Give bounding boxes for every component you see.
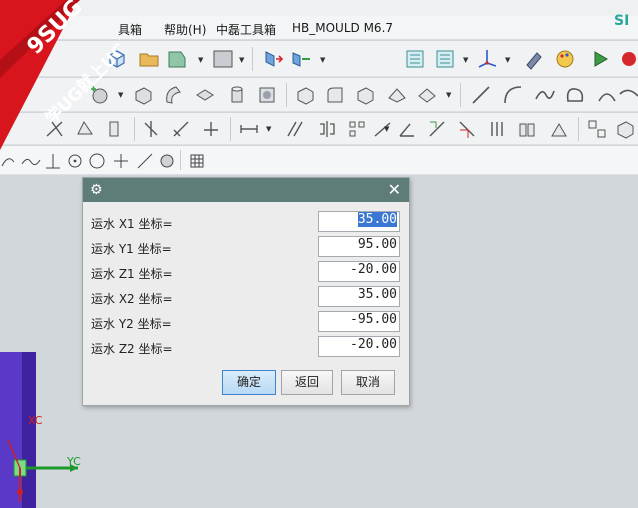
pattern-icon[interactable] xyxy=(346,118,368,140)
spline-icon[interactable] xyxy=(534,84,556,106)
ok-button[interactable]: 确定 xyxy=(222,370,276,395)
y2-field[interactable]: -95.00 xyxy=(318,311,400,332)
mold-wizard-icon[interactable] xyxy=(614,118,636,140)
snap-center-icon[interactable] xyxy=(64,150,86,172)
chevron-down-icon[interactable]: ▼ xyxy=(446,91,451,99)
curve-shape-icon[interactable] xyxy=(564,84,586,106)
watermark-badge: 9SUG 学UG就上UG网 xyxy=(0,0,120,150)
wcs-icon[interactable] xyxy=(476,47,498,69)
section-view-icon[interactable] xyxy=(456,118,478,140)
snap-point-icon[interactable] xyxy=(110,150,132,172)
chamfer-icon[interactable] xyxy=(294,84,316,106)
view-orient-icon[interactable] xyxy=(166,48,188,70)
cancel-button[interactable]: 取消 xyxy=(341,370,395,395)
snap-end-icon[interactable] xyxy=(0,150,22,172)
block-icon[interactable] xyxy=(194,84,216,106)
menu-hb-mould[interactable]: HB_MOULD M6.7 xyxy=(292,21,393,35)
chevron-down-icon[interactable]: ▼ xyxy=(384,125,389,133)
menu-help[interactable]: 帮助(H) xyxy=(164,21,206,38)
field-label-z2: 运水 Z2 坐标= xyxy=(91,342,173,356)
record-macro-icon[interactable] xyxy=(618,48,638,70)
layer-visible-icon[interactable] xyxy=(434,48,456,70)
measure-distance-icon[interactable] xyxy=(426,118,448,140)
snap-perpendicular-icon[interactable] xyxy=(42,150,64,172)
menu-zhonglei-toolbox[interactable]: 中磊工具箱 xyxy=(216,21,276,38)
field-label-z1: 运水 Z1 坐标= xyxy=(91,267,173,281)
line-icon[interactable] xyxy=(470,84,492,106)
z1-field[interactable]: -20.00 xyxy=(318,261,400,282)
offset-face-icon[interactable] xyxy=(416,84,438,106)
extrude-icon[interactable] xyxy=(132,84,154,106)
brand-logo: SI xyxy=(614,13,630,29)
field-label-x1: 运水 X1 坐标= xyxy=(91,217,173,231)
chevron-down-icon[interactable]: ▼ xyxy=(463,56,468,64)
axis-label-y: YC xyxy=(67,455,81,468)
grid-icon[interactable] xyxy=(186,150,208,172)
snap-curve-icon[interactable] xyxy=(20,150,42,172)
toolbar-divider xyxy=(286,83,287,107)
field-label-y1: 运水 Y1 坐标= xyxy=(91,242,172,256)
axis-label-x: XC xyxy=(28,414,43,427)
transform-icon[interactable] xyxy=(290,48,312,70)
x1-field[interactable]: 35.00 xyxy=(318,211,400,232)
menu-toolbox[interactable]: 具箱 xyxy=(118,21,142,38)
chevron-down-icon[interactable]: ▼ xyxy=(266,125,271,133)
toolbar-divider xyxy=(460,83,461,107)
snap-on-face-icon[interactable] xyxy=(156,150,178,172)
snap-circle-icon[interactable] xyxy=(86,150,108,172)
coordinates-dialog: ⚙ ✕ 运水 X1 坐标= 35.00 运水 Y1 坐标= 95.00 运水 Z… xyxy=(82,177,410,406)
extend-icon[interactable] xyxy=(200,118,222,140)
split-body-icon[interactable] xyxy=(140,118,162,140)
toolbar-divider xyxy=(134,117,135,141)
trim-body-icon[interactable] xyxy=(170,118,192,140)
run-macro-icon[interactable] xyxy=(590,48,612,70)
shell-icon[interactable] xyxy=(354,84,376,106)
close-icon[interactable]: ✕ xyxy=(388,180,401,199)
arc-icon[interactable] xyxy=(502,84,524,106)
assembly-icon[interactable] xyxy=(548,118,570,140)
parts-list-icon[interactable] xyxy=(516,118,538,140)
edit-object-icon[interactable] xyxy=(524,48,546,70)
mirror-icon[interactable] xyxy=(316,118,338,140)
layer-settings-icon[interactable] xyxy=(404,48,426,70)
project-curve-icon[interactable] xyxy=(596,84,618,106)
z2-field[interactable]: -20.00 xyxy=(318,336,400,357)
component-icon[interactable] xyxy=(586,118,608,140)
toolbar-divider xyxy=(252,47,253,71)
move-object-icon[interactable] xyxy=(262,48,284,70)
field-label-x2: 运水 X2 坐标= xyxy=(91,292,173,306)
columns-icon[interactable] xyxy=(486,118,508,140)
field-label-y2: 运水 Y2 坐标= xyxy=(91,317,172,331)
cylinder-icon[interactable] xyxy=(226,84,248,106)
chevron-down-icon[interactable]: ▼ xyxy=(198,56,203,64)
chevron-down-icon[interactable]: ▼ xyxy=(239,56,244,64)
gear-icon: ⚙ xyxy=(90,182,103,198)
toolbar-divider xyxy=(578,117,579,141)
dialog-titlebar[interactable]: ⚙ ✕ xyxy=(83,178,409,202)
toolbar-row-snap xyxy=(0,146,638,175)
chevron-down-icon[interactable]: ▼ xyxy=(320,56,325,64)
chevron-down-icon[interactable]: ▼ xyxy=(505,56,510,64)
slope-icon[interactable] xyxy=(372,118,394,140)
display-style-icon[interactable] xyxy=(212,48,234,70)
snap-line-icon[interactable] xyxy=(134,150,156,172)
color-palette-icon[interactable] xyxy=(554,48,576,70)
y1-field[interactable]: 95.00 xyxy=(318,236,400,257)
toolbar-divider xyxy=(230,117,231,141)
draft-icon[interactable] xyxy=(386,84,408,106)
blend-icon[interactable] xyxy=(324,84,346,106)
revolve-icon[interactable] xyxy=(162,84,184,106)
x2-field[interactable]: 35.00 xyxy=(318,286,400,307)
measure-angle-icon[interactable] xyxy=(396,118,418,140)
open-folder-icon[interactable] xyxy=(138,48,160,70)
toolbar-divider xyxy=(180,150,181,170)
dimension-icon[interactable] xyxy=(238,118,260,140)
back-button[interactable]: 返回 xyxy=(281,370,333,395)
intersect-curve-icon[interactable] xyxy=(618,84,638,106)
parallel-icon[interactable] xyxy=(284,118,306,140)
hole-icon[interactable] xyxy=(256,84,278,106)
